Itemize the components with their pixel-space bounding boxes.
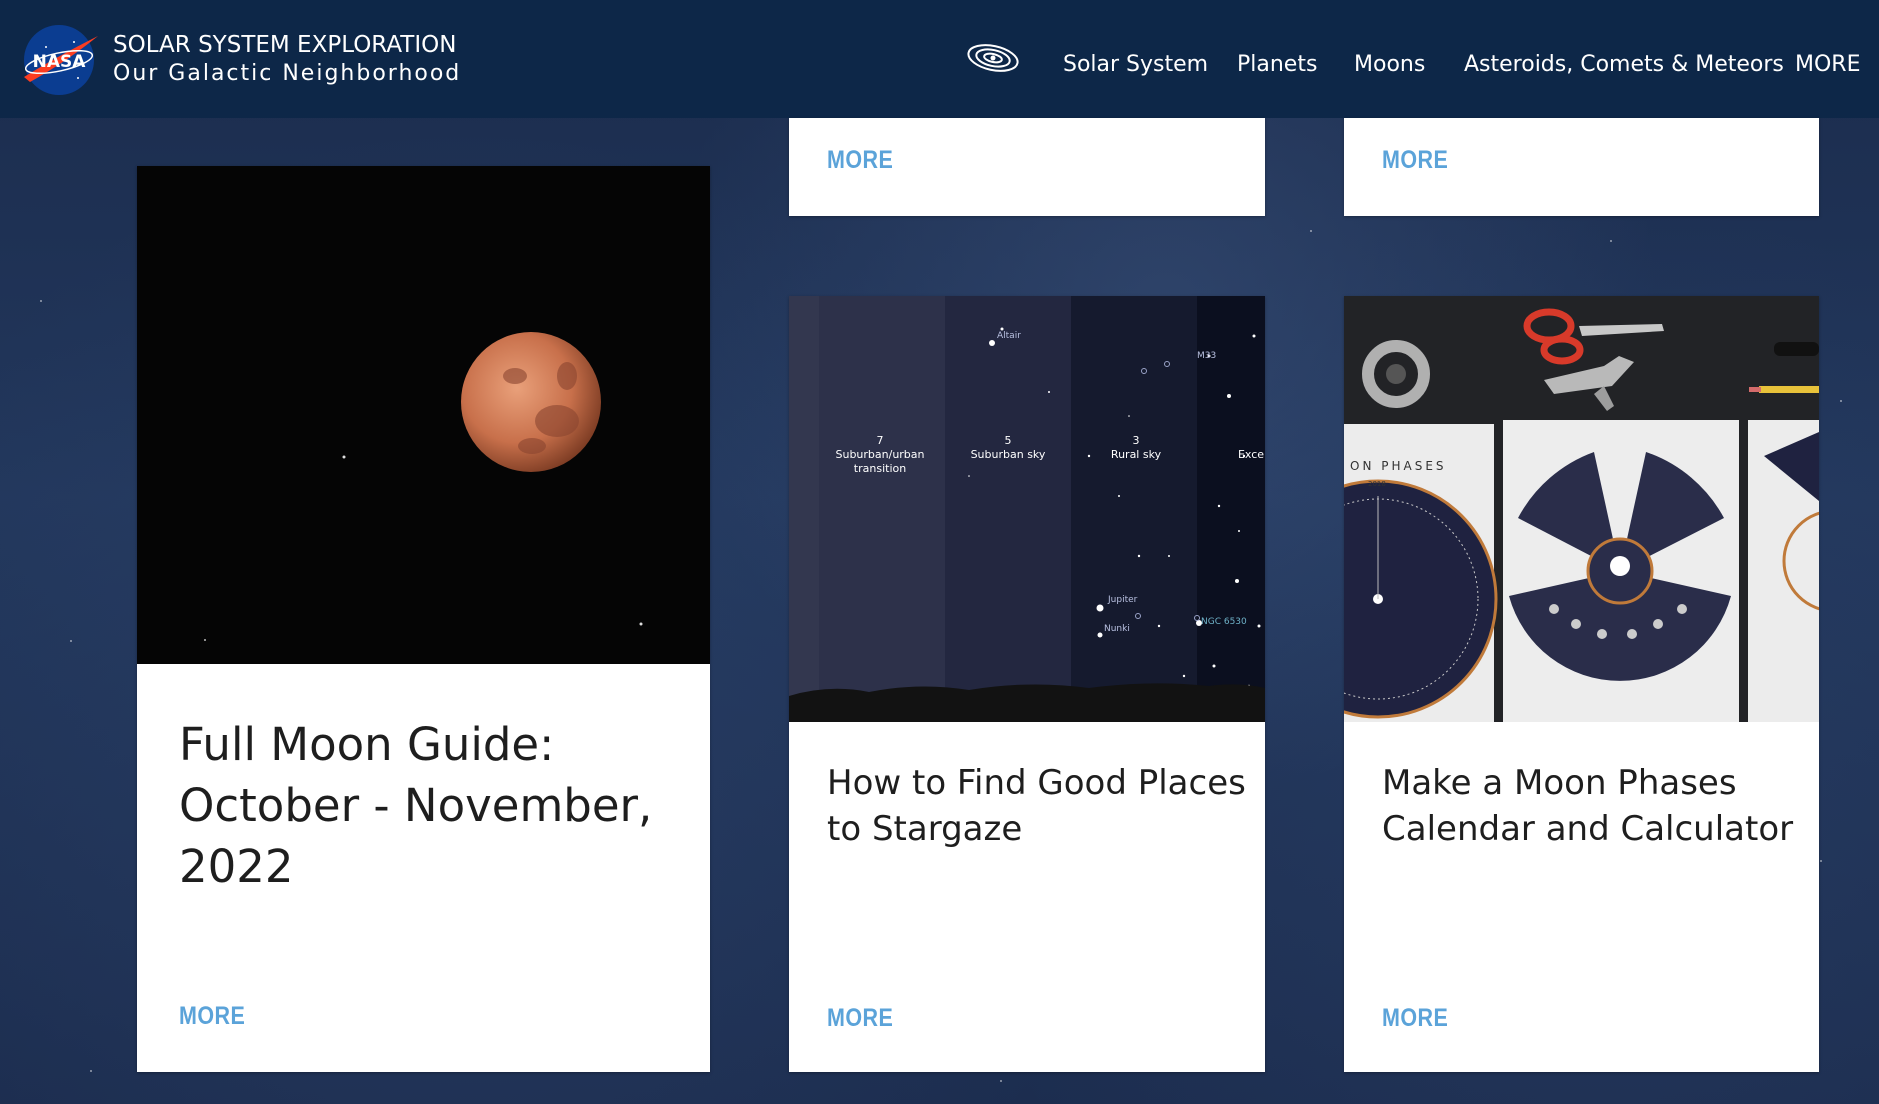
moon-phases-craft-image: ON PHASES 2018 <box>1344 296 1819 722</box>
article-card-moon-phases[interactable]: ON PHASES 2018 Make a Moon Phases Calend… <box>1344 296 1819 1072</box>
nav-solar-system[interactable]: Solar System <box>1063 52 1208 77</box>
svg-text:2018: 2018 <box>1368 480 1386 488</box>
nasa-logo[interactable]: NASA <box>16 22 102 98</box>
card-title[interactable]: Full Moon Guide: October - November, 202… <box>179 714 679 897</box>
svg-text:NASA: NASA <box>33 52 87 72</box>
site-subtitle: Our Galactic Neighborhood <box>113 61 462 86</box>
card-title[interactable]: How to Find Good Places to Stargaze <box>827 760 1247 852</box>
svg-text:3: 3 <box>1133 434 1140 447</box>
nav-more[interactable]: MORE <box>1795 52 1860 77</box>
svg-text:NGC 6530: NGC 6530 <box>1201 617 1247 627</box>
article-card-stargaze[interactable]: 7 Suburban/urban transition 5 Suburban s… <box>789 296 1265 1072</box>
svg-text:Rural sky: Rural sky <box>1111 448 1162 461</box>
svg-text:Exce: Exce <box>1238 448 1264 461</box>
card-title[interactable]: Make a Moon Phases Calendar and Calculat… <box>1382 760 1802 852</box>
svg-text:Altair: Altair <box>997 331 1021 341</box>
nav-planets[interactable]: Planets <box>1237 52 1317 77</box>
svg-text:M33: M33 <box>1197 351 1216 361</box>
article-card-full-moon[interactable]: Full Moon Guide: October - November, 202… <box>137 166 710 1072</box>
svg-text:7: 7 <box>877 434 884 447</box>
more-link[interactable]: MORE <box>1382 1004 1448 1033</box>
partial-card-middle: MORE <box>789 118 1265 216</box>
nav-moons[interactable]: Moons <box>1354 52 1425 77</box>
site-title[interactable]: SOLAR SYSTEM EXPLORATION <box>113 32 456 58</box>
partial-card-right: MORE <box>1344 118 1819 216</box>
svg-text:Suburban/urban: Suburban/urban <box>835 448 924 461</box>
more-link[interactable]: MORE <box>1382 146 1448 175</box>
more-link[interactable]: MORE <box>827 1004 893 1033</box>
nav-asteroids-comets-meteors[interactable]: Asteroids, Comets & Meteors <box>1464 52 1784 77</box>
svg-text:5: 5 <box>1005 434 1012 447</box>
site-header: NASA SOLAR SYSTEM EXPLORATION Our Galact… <box>0 0 1879 118</box>
svg-text:ON PHASES: ON PHASES <box>1350 459 1447 473</box>
svg-text:Suburban sky: Suburban sky <box>971 448 1046 461</box>
more-link[interactable]: MORE <box>179 1002 245 1031</box>
svg-text:transition: transition <box>854 462 906 475</box>
more-link[interactable]: MORE <box>827 146 893 175</box>
light-pollution-sky-image: 7 Suburban/urban transition 5 Suburban s… <box>789 296 1265 722</box>
full-moon-image <box>137 166 710 664</box>
svg-text:Nunki: Nunki <box>1104 624 1130 634</box>
svg-text:Jupiter: Jupiter <box>1107 595 1138 605</box>
solar-system-galaxy-icon[interactable] <box>965 38 1021 78</box>
